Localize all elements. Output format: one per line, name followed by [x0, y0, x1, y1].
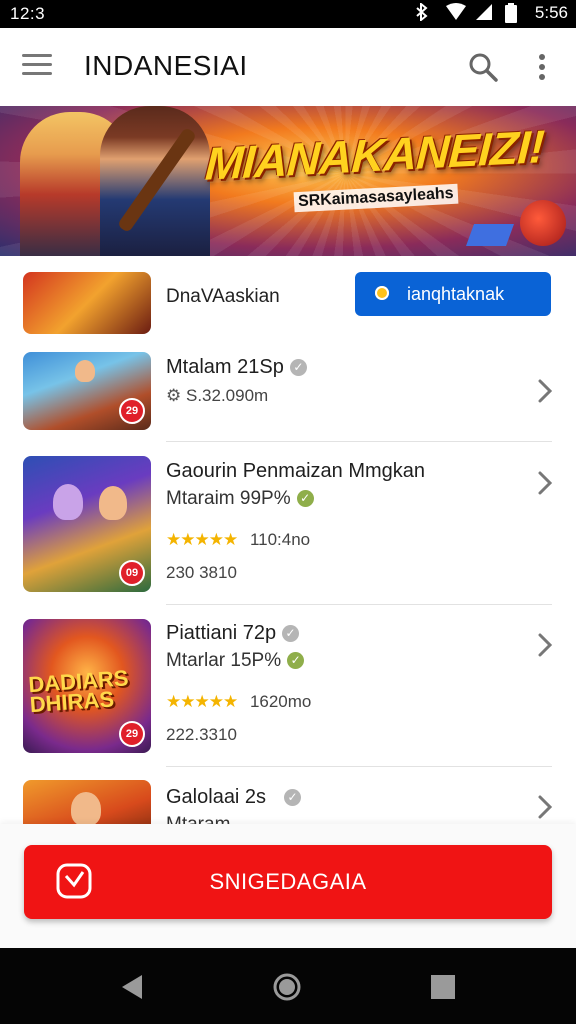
bluetooth-icon	[415, 1, 435, 23]
status-bar: 12:3 5:56	[0, 0, 576, 28]
thumb-character	[99, 486, 127, 520]
item-subtitle: Mtarlar 15P% ✓	[166, 650, 305, 672]
menu-icon[interactable]	[22, 54, 52, 80]
rank-badge: 29	[119, 398, 145, 424]
bottom-cta-bar: SNIGEDAGAIA	[0, 824, 576, 948]
chevron-right-icon[interactable]	[536, 632, 554, 658]
featured-thumbnail[interactable]	[23, 272, 151, 334]
system-nav-bar	[0, 948, 576, 1024]
chevron-right-icon[interactable]	[536, 378, 554, 404]
app-bar: INDANESIAI	[0, 28, 576, 107]
home-icon[interactable]	[272, 972, 302, 1002]
item-meta-text: 110:4no	[249, 530, 311, 549]
item-meta: ⚙ S.32.090m	[166, 386, 268, 406]
recents-icon[interactable]	[428, 972, 458, 1002]
verified-icon: ✓	[289, 359, 307, 377]
divider	[166, 604, 552, 605]
star-rating: ★★★★★	[166, 530, 238, 549]
star-rating: ★★★★★	[166, 692, 238, 711]
game-thumbnail[interactable]: 29	[23, 352, 151, 430]
banner-gem	[465, 224, 515, 246]
item-subtitle-text: Mtarlar 15P%	[166, 650, 282, 671]
battery-icon	[504, 3, 525, 23]
chevron-right-icon[interactable]	[536, 794, 554, 820]
featured-row: DnaVAaskian ianqhtaknak	[0, 256, 576, 342]
divider	[166, 766, 552, 767]
featured-action-button[interactable]: ianqhtaknak	[355, 272, 551, 316]
item-extra: 230 3810	[166, 563, 237, 582]
thumb-character	[71, 792, 101, 826]
item-subtitle-text: Mtaraim 99P%	[166, 488, 291, 509]
featured-button-label: ianqhtaknak	[407, 284, 505, 304]
item-title-text: Mtalam 21Sp	[166, 356, 284, 378]
status-time: 12:3	[10, 4, 46, 23]
status-icons: 5:56	[415, 1, 568, 23]
featured-name: DnaVAaskian	[166, 286, 280, 307]
item-title: Piattiani 72p ✓	[166, 622, 300, 645]
promo-banner[interactable]: MIANAKANEIZI! SRKaimasasayleahs	[0, 106, 576, 256]
chevron-right-icon[interactable]	[536, 470, 554, 496]
item-title: Galolaai 2s ✓	[166, 786, 302, 809]
item-title-text: Piattiani 72p	[166, 622, 277, 644]
more-vert-icon[interactable]	[532, 52, 552, 82]
verified-icon: ✓	[296, 490, 314, 508]
coin-icon	[375, 286, 389, 300]
item-rating-row: ★★★★★ 1620mo	[166, 692, 311, 712]
signal-icon	[475, 3, 495, 23]
divider	[166, 441, 552, 442]
search-icon[interactable]	[468, 52, 498, 82]
primary-cta-button[interactable]: SNIGEDAGAIA	[24, 845, 552, 919]
item-title: Gaourin Penmaizan Mmgkan	[166, 460, 426, 482]
thumb-character	[75, 360, 95, 382]
item-title-text: Galolaai 2s	[166, 786, 267, 808]
item-meta-text: 1620mo	[249, 692, 312, 711]
thumb-character	[53, 484, 83, 520]
game-thumbnail[interactable]: 09	[23, 456, 151, 592]
app-title: INDANESIAI	[84, 50, 248, 81]
rank-badge: 09	[119, 560, 145, 586]
settings-icon: ⚙	[166, 386, 182, 405]
rank-badge: 29	[119, 721, 145, 747]
game-thumbnail[interactable]: DADIARS DHIRAS 29	[23, 619, 151, 753]
thumb-title: DADIARS DHIRAS	[27, 665, 130, 718]
item-title: Mtalam 21Sp ✓	[166, 356, 307, 379]
back-icon[interactable]	[118, 972, 148, 1002]
item-extra: 222.3310	[166, 725, 237, 744]
item-meta-text: S.32.090m	[185, 386, 269, 405]
item-rating-row: ★★★★★ 110:4no	[166, 530, 310, 550]
cta-label: SNIGEDAGAIA	[209, 869, 367, 894]
item-subtitle: Mtaraim 99P% ✓	[166, 488, 314, 510]
status-clock: 5:56	[534, 3, 568, 22]
verified-icon: ✓	[282, 625, 300, 643]
verified-icon: ✓	[284, 789, 302, 807]
verified-icon: ✓	[287, 652, 305, 670]
banner-orb	[520, 200, 566, 246]
wifi-icon	[445, 3, 466, 23]
